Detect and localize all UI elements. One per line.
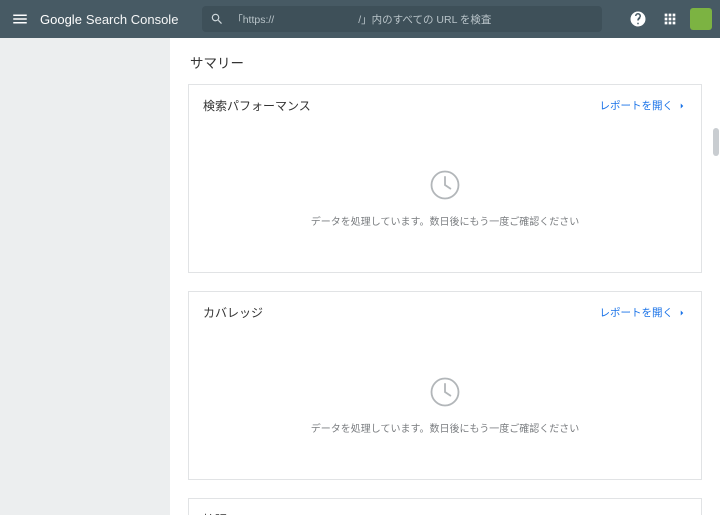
help-icon — [629, 10, 647, 28]
brand[interactable]: Google Search Console — [40, 12, 178, 27]
brand-product: Search Console — [86, 12, 179, 27]
card-header: 拡張 — [189, 499, 701, 515]
menu-button[interactable] — [8, 7, 32, 31]
chevron-right-icon — [677, 101, 687, 111]
open-report-label: レポートを開く — [600, 98, 674, 113]
clock-icon — [427, 167, 463, 203]
card-title: カバレッジ — [203, 304, 263, 321]
main-content[interactable]: サマリー 検索パフォーマンス レポートを開く データを処理しています。数日 — [170, 38, 720, 515]
card-body: データを処理しています。数日後にもう一度ご確認ください — [189, 122, 701, 272]
body: サマリー 検索パフォーマンス レポートを開く データを処理しています。数日 — [0, 38, 720, 515]
card-search-performance: 検索パフォーマンス レポートを開く データを処理しています。数日後にもう一度ご確… — [188, 84, 702, 273]
page-title: サマリー — [188, 38, 702, 84]
account-avatar[interactable] — [690, 8, 712, 30]
card-title: 拡張 — [203, 511, 227, 515]
app-header: Google Search Console 「https:// /」内のすべての… — [0, 0, 720, 38]
url-inspect-search[interactable]: 「https:// /」内のすべての URL を検査 — [202, 6, 602, 32]
brand-google: Google — [40, 12, 82, 27]
card-header: 検索パフォーマンス レポートを開く — [189, 85, 701, 122]
card-body: データを処理しています。数日後にもう一度ご確認ください — [189, 329, 701, 479]
card-coverage: カバレッジ レポートを開く データを処理しています。数日後にもう一度ご確認くださ… — [188, 291, 702, 480]
chevron-right-icon — [677, 308, 687, 318]
processing-message: データを処理しています。数日後にもう一度ご確認ください — [311, 213, 579, 228]
apps-button[interactable] — [658, 7, 682, 31]
processing-message: データを処理しています。数日後にもう一度ご確認ください — [311, 420, 579, 435]
open-report-link-performance[interactable]: レポートを開く — [600, 98, 688, 113]
help-button[interactable] — [626, 7, 650, 31]
card-enhancements: 拡張 — [188, 498, 702, 515]
search-wrap: 「https:// /」内のすべての URL を検査 — [186, 6, 618, 32]
hamburger-icon — [11, 10, 29, 28]
search-icon — [210, 12, 224, 26]
clock-icon — [427, 374, 463, 410]
app-root: Google Search Console 「https:// /」内のすべての… — [0, 0, 720, 515]
card-header: カバレッジ レポートを開く — [189, 292, 701, 329]
search-placeholder-text: 「https:// /」内のすべての URL を検査 — [232, 12, 594, 27]
left-sidebar — [0, 38, 170, 515]
open-report-label: レポートを開く — [600, 305, 674, 320]
scrollbar-thumb[interactable] — [713, 128, 719, 156]
card-title: 検索パフォーマンス — [203, 97, 311, 114]
open-report-link-coverage[interactable]: レポートを開く — [600, 305, 688, 320]
apps-grid-icon — [662, 11, 678, 27]
main-inner: サマリー 検索パフォーマンス レポートを開く データを処理しています。数日 — [170, 38, 720, 515]
